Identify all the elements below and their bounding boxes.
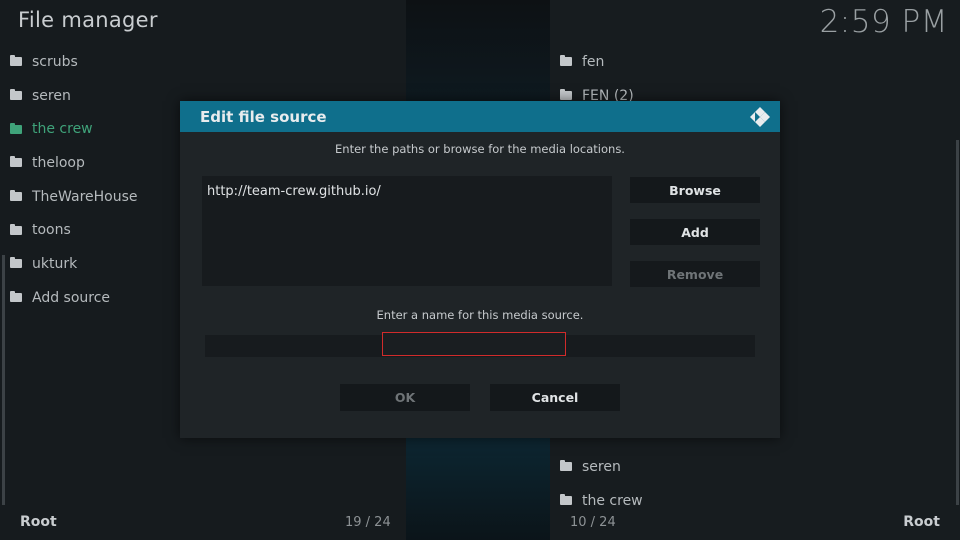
dialog-header: Edit file source [180, 101, 780, 132]
list-item-label: the crew [582, 492, 643, 509]
list-item-label: seren [32, 87, 71, 104]
folder-icon [560, 460, 572, 472]
folder-icon [10, 190, 22, 202]
source-name-input[interactable] [382, 332, 566, 356]
list-item[interactable]: seren [560, 450, 643, 484]
add-button[interactable]: Add [630, 219, 760, 245]
list-item[interactable]: ukturk [10, 247, 138, 281]
left-scrollbar[interactable] [2, 255, 5, 505]
right-footer-root: Root [903, 514, 940, 530]
ok-button[interactable]: OK [340, 384, 470, 411]
name-instruction: Enter a name for this media source. [376, 308, 584, 322]
right-scrollbar[interactable] [956, 140, 959, 505]
left-item-count: 19 / 24 [345, 515, 391, 530]
list-item-label: toons [32, 222, 71, 239]
left-footer-root: Root [20, 514, 57, 530]
folder-icon [10, 89, 22, 101]
list-item[interactable]: seren [10, 79, 138, 113]
remove-button[interactable]: Remove [630, 261, 760, 287]
cancel-button[interactable]: Cancel [490, 384, 620, 411]
add-source-item[interactable]: Add source [10, 281, 138, 315]
list-item-label: scrubs [32, 53, 78, 70]
list-item-label: Add source [32, 289, 111, 306]
list-item[interactable]: theloop [10, 146, 138, 180]
kodi-logo-icon [750, 107, 770, 127]
list-item-label: the crew [32, 121, 93, 138]
list-item[interactable]: the crew [560, 484, 643, 518]
folder-icon [10, 291, 22, 303]
browse-button[interactable]: Browse [630, 177, 760, 203]
list-item[interactable]: fen [560, 45, 634, 79]
folder-icon [560, 494, 572, 506]
folder-icon [10, 156, 22, 168]
folder-icon [10, 257, 22, 269]
dialog-title: Edit file source [200, 107, 327, 126]
list-item-label: fen [582, 53, 605, 70]
list-item-label: theloop [32, 154, 85, 171]
list-item-label: TheWareHouse [32, 188, 138, 205]
list-item[interactable]: toons [10, 213, 138, 247]
list-item[interactable]: TheWareHouse [10, 180, 138, 214]
path-entry[interactable]: http://team-crew.github.io/ [207, 184, 381, 199]
list-item-selected[interactable]: the crew [10, 112, 138, 146]
edit-file-source-dialog: Edit file source Enter the paths or brow… [180, 101, 780, 438]
paths-instruction: Enter the paths or browse for the media … [335, 142, 625, 156]
list-item-label: ukturk [32, 255, 78, 272]
left-pane-list: scrubs seren the crew theloop TheWareHou… [10, 45, 138, 315]
folder-icon [10, 55, 22, 67]
folder-icon [560, 55, 572, 67]
folder-icon [560, 89, 572, 101]
list-item-label: seren [582, 458, 621, 475]
paths-list[interactable]: http://team-crew.github.io/ [202, 176, 612, 286]
right-item-count: 10 / 24 [570, 515, 616, 530]
right-pane-list-bottom: seren the crew [560, 450, 643, 517]
clock: 2:59 PM [819, 4, 948, 40]
list-item[interactable]: scrubs [10, 45, 138, 79]
app-title: File manager [18, 8, 158, 32]
folder-icon [10, 223, 22, 235]
folder-icon [10, 122, 22, 134]
